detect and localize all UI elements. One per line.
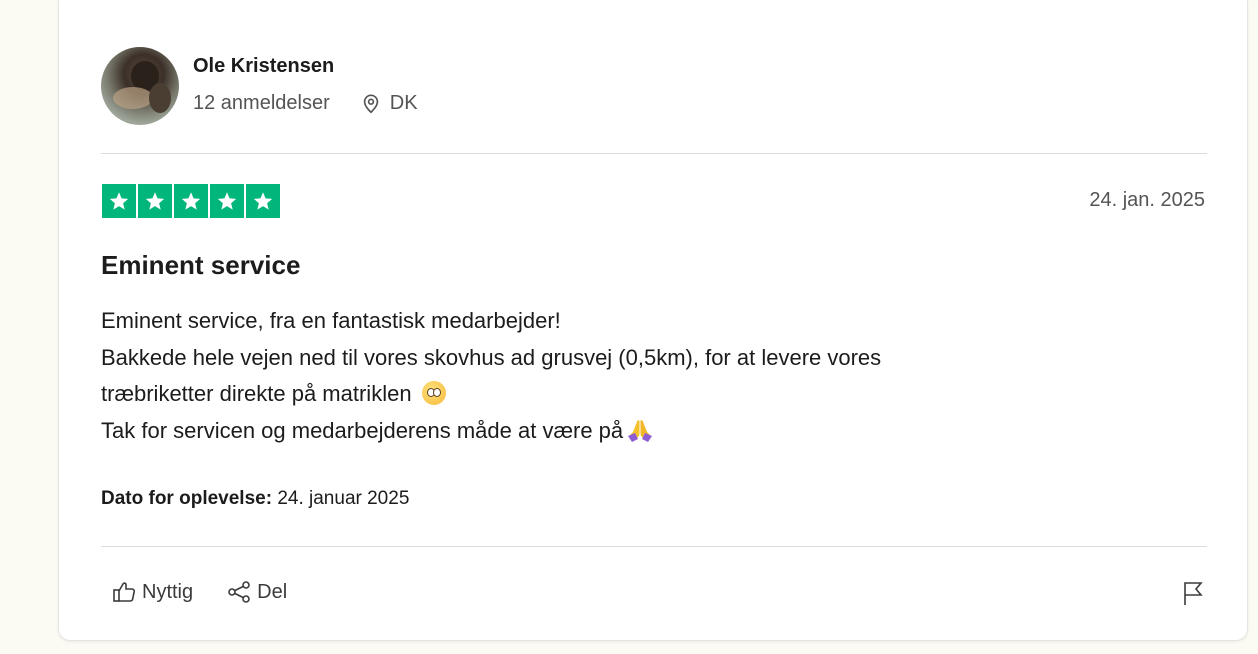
flag-icon[interactable] — [1181, 580, 1205, 606]
avatar[interactable] — [101, 47, 179, 125]
share-icon — [228, 581, 250, 603]
reviewer-name[interactable]: Ole Kristensen — [193, 55, 334, 78]
reviewer-meta: 12 anmeldelser DK — [193, 92, 418, 115]
review-body-line: træbriketter direkte på matriklen — [101, 381, 412, 406]
review-title: Eminent service — [101, 250, 301, 280]
star-icon — [174, 184, 208, 218]
thumbs-up-icon — [113, 582, 136, 602]
experience-label: Dato for oplevelse: — [101, 488, 273, 509]
share-label: Del — [257, 580, 288, 603]
share-button[interactable]: Del — [227, 580, 287, 604]
star-icon — [102, 184, 136, 218]
useful-label: Nyttig — [142, 580, 194, 603]
star-rating — [102, 184, 280, 218]
review-count: 12 anmeldelser — [193, 92, 330, 114]
divider — [101, 153, 1207, 154]
useful-button[interactable]: Nyttig — [112, 580, 193, 604]
country-code: DK — [389, 92, 418, 114]
review-actions: Nyttig Del — [112, 580, 287, 604]
smiling-face-emoji-icon — [421, 381, 446, 405]
review-body-line: Bakkede hele vejen ned til vores skovhus… — [101, 344, 882, 370]
divider — [101, 546, 1207, 547]
review-body-line-with-emoji: Tak for servicen og medarbejderens måde … — [101, 413, 1201, 450]
star-icon — [210, 184, 244, 218]
review-body-line: Tak for servicen og medarbejderens måde … — [101, 417, 624, 443]
location-pin-icon — [363, 93, 378, 113]
star-icon — [246, 184, 280, 218]
experience-date: Dato for oplevelse: 24. januar 2025 — [101, 488, 409, 510]
folded-hands-emoji-icon — [628, 419, 653, 442]
review-body: Eminent service, fra en fantastisk medar… — [101, 303, 1201, 449]
review-body-line-with-emoji: træbriketter direkte på matriklen — [101, 376, 1201, 413]
reviewer-country: DK — [360, 92, 418, 115]
star-icon — [138, 184, 172, 218]
review-date: 24. jan. 2025 — [1089, 189, 1205, 211]
review-body-line: Eminent service, fra en fantastisk medar… — [101, 308, 561, 333]
review-card: Ole Kristensen 12 anmeldelser DK 24. jan… — [58, 0, 1248, 641]
experience-value: 24. januar 2025 — [277, 488, 410, 509]
